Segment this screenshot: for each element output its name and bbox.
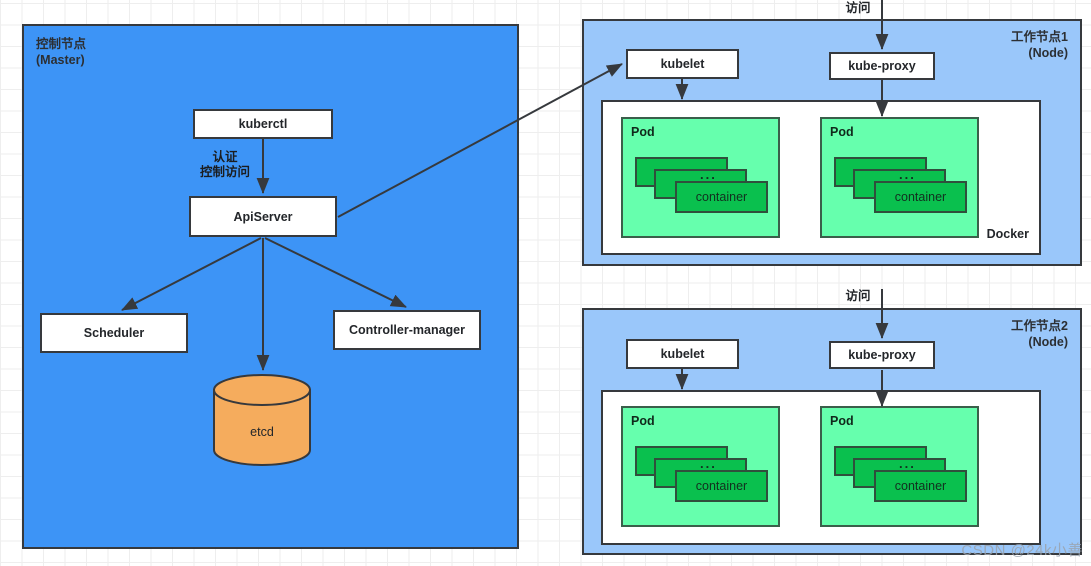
worker-2-pod-1-container-front[interactable]: container xyxy=(675,470,768,502)
worker-1-pod-1[interactable]: Pod ... container xyxy=(621,117,780,238)
worker-2-access-label: 访问 xyxy=(845,289,871,303)
auth-edge-label: 认证 控制访问 xyxy=(199,150,250,179)
worker-2-pod-1-label: Pod xyxy=(631,414,655,428)
worker-1-pod-2-container-front[interactable]: container xyxy=(874,181,967,213)
worker-node-1-title: 工作节点1 (Node) xyxy=(1011,30,1068,60)
worker-1-kube-proxy-box[interactable]: kube-proxy xyxy=(829,52,935,80)
diagram-canvas: 控制节点 (Master) kuberctl ApiServer Schedul… xyxy=(0,0,1091,566)
worker-1-pod-1-dots: ... xyxy=(700,167,717,182)
worker-1-access-label: 访问 xyxy=(845,1,871,15)
worker-1-runtime-label: Docker xyxy=(986,227,1029,241)
master-node-region: 控制节点 (Master) xyxy=(22,24,519,549)
etcd-label: etcd xyxy=(250,425,274,439)
worker-2-pod-2-container-front[interactable]: container xyxy=(874,470,967,502)
scheduler-box[interactable]: Scheduler xyxy=(40,313,188,353)
watermark-label: CSDN @24k小善 xyxy=(961,542,1083,559)
apiserver-box[interactable]: ApiServer xyxy=(189,196,337,237)
etcd-cylinder[interactable]: etcd xyxy=(212,373,312,467)
worker-2-pod-2[interactable]: Pod ... container xyxy=(820,406,979,527)
worker-2-pod-2-dots: ... xyxy=(899,456,916,471)
worker-2-pod-2-label: Pod xyxy=(830,414,854,428)
etcd-shape-icon xyxy=(213,374,311,466)
worker-2-pod-1-dots: ... xyxy=(700,456,717,471)
worker-2-kube-proxy-box[interactable]: kube-proxy xyxy=(829,341,935,369)
worker-1-pod-1-label: Pod xyxy=(631,125,655,139)
worker-1-pod-2[interactable]: Pod ... container xyxy=(820,117,979,238)
worker-2-kubelet-box[interactable]: kubelet xyxy=(626,339,739,369)
worker-node-2-title: 工作节点2 (Node) xyxy=(1011,319,1068,349)
kubectl-box[interactable]: kuberctl xyxy=(193,109,333,139)
worker-1-pod-2-label: Pod xyxy=(830,125,854,139)
worker-1-kubelet-box[interactable]: kubelet xyxy=(626,49,739,79)
worker-1-pod-2-dots: ... xyxy=(899,167,916,182)
controller-manager-box[interactable]: Controller-manager xyxy=(333,310,481,350)
worker-2-pod-1[interactable]: Pod ... container xyxy=(621,406,780,527)
master-region-title: 控制节点 (Master) xyxy=(36,37,87,67)
worker-1-pod-1-container-front[interactable]: container xyxy=(675,181,768,213)
